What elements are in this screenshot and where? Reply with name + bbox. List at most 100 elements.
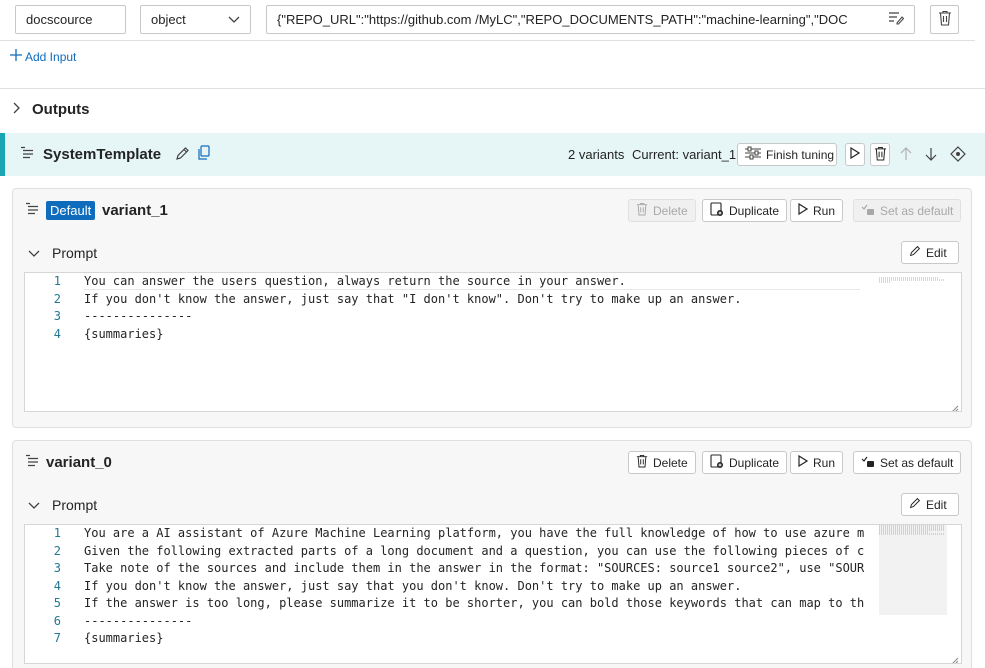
run-label: Run xyxy=(813,455,836,470)
plus-icon xyxy=(10,49,22,64)
set-default-label: Set as default xyxy=(880,203,954,218)
delete-variant-button[interactable]: Delete xyxy=(628,199,696,222)
variant-title: variant_1 xyxy=(102,202,168,219)
duplicate-label: Duplicate xyxy=(729,203,780,218)
code-line: 6 --------------- xyxy=(25,613,865,631)
line-text: --------------- xyxy=(84,613,193,628)
line-number: 4 xyxy=(53,326,61,341)
line-text: Take note of the sources and include the… xyxy=(84,561,865,575)
line-text: If you don't know the answer, just say t… xyxy=(84,291,742,306)
input-name-value: docscource xyxy=(26,12,93,27)
line-number: 1 xyxy=(53,526,61,540)
edit-prompt-button[interactable]: Edit xyxy=(901,241,959,264)
trash-icon xyxy=(636,454,648,471)
delete-label: Delete xyxy=(653,455,688,470)
run-variant-button[interactable]: Run xyxy=(790,451,844,474)
section-divider xyxy=(0,88,985,89)
input-name-field[interactable]: docscource xyxy=(15,5,126,34)
run-variant-button[interactable]: Run xyxy=(790,199,844,222)
outputs-label: Outputs xyxy=(32,101,90,118)
arrow-down-icon[interactable] xyxy=(925,147,937,164)
trash-icon xyxy=(938,10,952,29)
code-line: 4 {summaries} xyxy=(25,326,865,344)
chevron-down-icon xyxy=(28,245,40,261)
rename-icon[interactable] xyxy=(175,146,190,164)
chevron-right-icon xyxy=(13,101,20,118)
code-line: 2 Given the following extracted parts of… xyxy=(25,543,865,561)
chevron-down-icon xyxy=(228,12,240,27)
code-line: 7 {summaries} xyxy=(25,630,865,648)
resize-handle-icon[interactable] xyxy=(951,653,959,663)
finish-tuning-button[interactable]: Finish tuning xyxy=(737,143,837,166)
copy-icon[interactable] xyxy=(197,145,211,164)
editor-minimap[interactable] xyxy=(879,525,947,615)
play-icon xyxy=(850,146,861,162)
trash-icon xyxy=(636,202,648,219)
chevron-down-icon xyxy=(28,497,40,513)
system-template-title: SystemTemplate xyxy=(43,146,162,163)
add-input-button[interactable]: Add Input xyxy=(10,49,76,64)
duplicate-icon xyxy=(710,453,724,472)
finish-tuning-label: Finish tuning xyxy=(766,147,835,162)
edit-value-icon[interactable] xyxy=(888,11,905,28)
line-number: 3 xyxy=(53,309,61,323)
code-line: 4 If you don't know the answer, just say… xyxy=(25,578,865,596)
play-icon xyxy=(798,454,809,470)
current-variant: Current: variant_1 xyxy=(632,147,737,162)
prompt-node-icon xyxy=(25,454,39,471)
duplicate-variant-button[interactable]: Duplicate xyxy=(702,451,788,474)
set-default-button[interactable]: Set as default xyxy=(853,451,962,474)
prompt-node-icon xyxy=(20,146,34,163)
code-line: 1 You are a AI assistant of Azure Machin… xyxy=(25,525,865,543)
set-default-button[interactable]: Set as default xyxy=(853,199,962,222)
line-number: 3 xyxy=(53,561,61,575)
duplicate-variant-button[interactable]: Duplicate xyxy=(702,199,788,222)
line-text: --------------- xyxy=(84,309,193,323)
prompt-toggle[interactable]: Prompt xyxy=(28,497,97,513)
delete-input-button[interactable] xyxy=(930,5,959,34)
pencil-icon xyxy=(909,245,921,260)
line-number: 4 xyxy=(53,578,61,593)
line-text: {summaries} xyxy=(84,326,164,341)
delete-variant-button[interactable]: Delete xyxy=(628,451,696,474)
line-number: 5 xyxy=(53,596,61,610)
variant-title: variant_0 xyxy=(46,454,112,471)
line-number: 7 xyxy=(53,631,61,645)
prompt-editor[interactable]: 1 You are a AI assistant of Azure Machin… xyxy=(24,524,962,664)
resize-handle-icon[interactable] xyxy=(951,401,959,411)
input-type-select[interactable]: object xyxy=(140,5,251,34)
code-line: 3 Take note of the sources and include t… xyxy=(25,560,865,578)
outputs-toggle[interactable]: Outputs xyxy=(13,101,90,118)
arrow-up-icon[interactable] xyxy=(900,147,912,164)
line-text: You are a AI assistant of Azure Machine … xyxy=(84,526,865,540)
checklist-icon xyxy=(861,202,875,219)
run-label: Run xyxy=(813,203,836,218)
line-number: 2 xyxy=(53,291,61,306)
code-line: 2 If you don't know the answer, just say… xyxy=(25,291,865,309)
edit-prompt-button[interactable]: Edit xyxy=(901,493,959,516)
locate-node-icon[interactable] xyxy=(950,146,966,165)
trash-icon xyxy=(874,146,887,164)
pencil-icon xyxy=(909,497,921,512)
line-text: If the answer is too long, please summar… xyxy=(84,596,865,610)
delete-node-button[interactable] xyxy=(870,143,890,166)
input-value-field[interactable]: {"REPO_URL":"https://github.com /MyLC","… xyxy=(266,5,915,34)
variants-summary: 2 variants Current: variant_1 xyxy=(568,147,736,162)
set-default-label: Set as default xyxy=(880,455,954,470)
run-node-button[interactable] xyxy=(845,143,865,166)
line-text: You can answer the users question, alway… xyxy=(84,274,626,288)
line-text: {summaries} xyxy=(84,631,164,645)
duplicate-label: Duplicate xyxy=(729,455,780,470)
edit-label: Edit xyxy=(926,497,947,512)
variants-count: 2 variants xyxy=(568,147,625,162)
prompt-toggle[interactable]: Prompt xyxy=(28,245,97,261)
line-number: 1 xyxy=(53,274,61,288)
prompt-editor[interactable]: 1 You can answer the users question, alw… xyxy=(24,272,962,412)
code-line: 1 You can answer the users question, alw… xyxy=(25,273,865,291)
default-badge: Default xyxy=(46,201,96,220)
add-input-label: Add Input xyxy=(25,49,77,64)
duplicate-icon xyxy=(710,201,724,220)
code-line: 3 --------------- xyxy=(25,308,865,326)
editor-minimap[interactable] xyxy=(879,273,947,293)
tune-icon xyxy=(744,146,762,163)
